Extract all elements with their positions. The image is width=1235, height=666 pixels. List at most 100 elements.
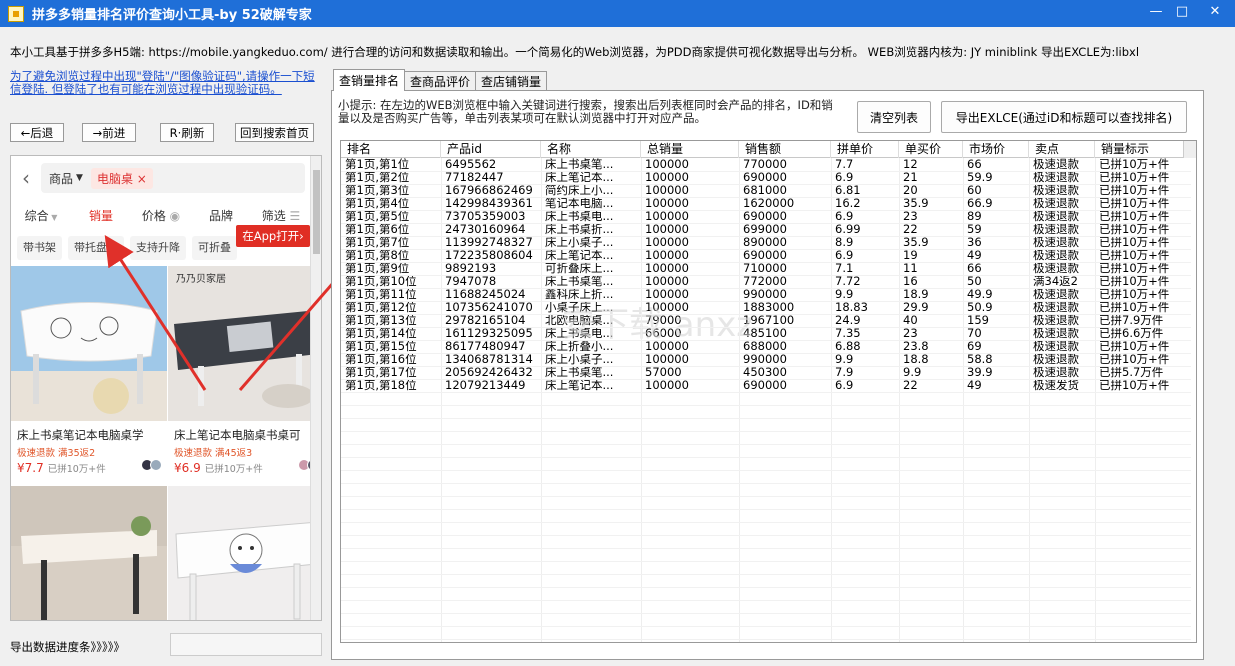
export-excel-button[interactable]: 导出EXLCE(通过iD和标题可以查找排名) [941,101,1187,133]
chevron-left-icon[interactable]: ‹ [11,166,41,190]
table-cell: 床上书桌笔... [545,158,614,171]
open-in-app-button[interactable]: 在App打开 › [236,225,310,247]
table-cell: 24.9 [835,314,861,327]
column-header[interactable]: 拼单价 [831,141,899,158]
product-card[interactable] [168,486,321,620]
table-cell: 已拼10万+件 [1099,197,1170,210]
home-button[interactable]: 回到搜索首页 [235,123,314,142]
filter-comprehensive[interactable]: 综合 ▼ [11,207,71,224]
table-cell: 已拼10万+件 [1099,236,1170,249]
search-box[interactable]: 商品 ▼ 电脑桌 × [41,163,305,193]
table-row[interactable]: 第1页,第18位 12079213449 床上笔记本... 100000 690000 6… [341,379,1196,392]
table-cell: 已拼10万+件 [1099,249,1170,262]
table-cell: 第1页,第11位 [345,288,417,301]
table-cell: 70 [967,327,982,340]
close-button[interactable]: ✕ [1195,0,1235,22]
table-cell: 极速退款 [1033,158,1079,171]
table-cell: 已拼10万+件 [1099,353,1170,366]
table-cell: 极速发货 [1033,379,1079,392]
back-button[interactable]: ←后退 [10,123,64,142]
filter-sales[interactable]: 销量 [71,207,131,224]
table-cell: 18.83 [835,301,868,314]
column-header[interactable]: 卖点 [1029,141,1095,158]
results-table[interactable]: 排名 产品id 名称 总销量 销售额 拼单价 单买价 市场价 卖点 销量标示 第1页,第1位 649… [340,140,1197,643]
product-card[interactable]: 乃乃贝家居 床上笔记本电脑桌书桌可 极速退款 满45返3 ¥6.9 已拼10万+件 [168,266,321,475]
table-cell: 29782165104 [445,314,526,327]
column-header[interactable]: 排名 [341,141,441,158]
table-cell: 77182447 [445,171,504,184]
column-header[interactable]: 单买价 [899,141,963,158]
keyword-chip[interactable]: 电脑桌 × [90,167,153,189]
scroll-thumb[interactable] [313,170,320,254]
table-row[interactable]: 第1页,第2位 77182447 床上笔记本... 100000 690000 6.9 21… [341,171,1196,184]
category-select[interactable]: 商品 [49,170,73,187]
grid-line [341,197,1191,198]
column-header[interactable]: 总销量 [641,141,739,158]
table-row[interactable]: 第1页,第5位 73705359003 床上书桌电... 100000 690000 6.… [341,210,1196,223]
table-row[interactable]: 第1页,第1位 6495562 床上书桌笔... 100000 770000 7.7 12 6… [341,158,1196,171]
table-cell: 极速退款 [1033,366,1079,379]
table-row[interactable]: 第1页,第16位 134068781314 床上小桌子... 100000 990000… [341,353,1196,366]
table-cell: 159 [967,314,989,327]
table-cell: 49 [967,249,982,262]
table-cell: 已拼6.6万件 [1099,327,1164,340]
tag-item[interactable]: 可折叠 [192,236,237,260]
table-cell: 已拼10万+件 [1099,275,1170,288]
product-title: 床上书桌笔记本电脑桌学 [17,428,144,442]
table-row[interactable]: 第1页,第14位 161129325095 床上书桌电... 66000 485100 7… [341,327,1196,340]
tab-shop-sales[interactable]: 查店铺销量 [475,71,548,91]
minimize-button[interactable]: — [1143,0,1169,22]
table-cell: 100000 [645,171,689,184]
table-row[interactable]: 第1页,第13位 29782165104 北欧电脑桌... 79000 1967100 2… [341,314,1196,327]
tag-item[interactable]: 支持升降 [130,236,186,260]
product-card[interactable]: 床上书桌笔记本电脑桌学 极速退款 满35返2 ¥7.7 已拼10万+件 [11,266,167,475]
tab-sales-rank[interactable]: 查销量排名 [333,69,406,91]
column-header[interactable]: 销量标示 [1095,141,1185,158]
table-cell: 113992748327 [445,236,533,249]
grid-line [739,158,740,642]
grid-line [341,548,1191,549]
table-row[interactable]: 第1页,第4位 142998439361 笔记本电脑... 100000 1620000… [341,197,1196,210]
table-row[interactable]: 第1页,第3位 167966862469 简约床上小... 100000 681000 6… [341,184,1196,197]
embedded-browser[interactable]: ‹ 商品 ▼ 电脑桌 × 综合 ▼ 销量 价格 ◉ 品牌 筛选 ☰ 带书架 带托… [10,155,322,621]
filter-more[interactable]: 筛选 ☰ [251,207,311,224]
filter-price[interactable]: 价格 ◉ [131,207,191,224]
table-cell: 第1页,第14位 [345,327,417,340]
column-header[interactable]: 名称 [541,141,641,158]
table-row[interactable]: 第1页,第15位 86177480947 床上折叠小... 100000 688000 6… [341,340,1196,353]
table-row[interactable]: 第1页,第17位 205692426432 床上书桌笔... 57000 450300 7… [341,366,1196,379]
window-title: 拼多多销量排名评价查询小工具-by 52破解专家 [32,8,312,23]
forward-button[interactable]: →前进 [82,123,136,142]
table-cell: 极速退款 [1033,327,1079,340]
grid-line [341,171,1191,172]
filter-brand[interactable]: 品牌 [191,207,251,224]
table-row[interactable]: 第1页,第12位 107356241070 小桌子床上... 100000 188300… [341,301,1196,314]
table-row[interactable]: 第1页,第8位 172235808604 床上笔记本... 100000 690000 6… [341,249,1196,262]
table-cell: 22 [903,223,918,236]
maximize-button[interactable]: □ [1169,0,1195,22]
watermark-text: 安下载 anxz.com [561,305,751,345]
clear-list-button[interactable]: 清空列表 [857,101,931,133]
browser-scrollbar[interactable] [310,156,321,620]
tag-item[interactable]: 带书架 [17,236,62,260]
tag-item[interactable]: 带托盘架 [68,236,124,260]
column-header[interactable]: 销售额 [739,141,831,158]
table-row[interactable]: 第1页,第6位 24730160964 床上书桌折... 100000 699000 6.… [341,223,1196,236]
product-image: 乃乃贝家居 [168,266,321,421]
product-card[interactable] [11,486,167,620]
table-row[interactable]: 第1页,第7位 113992748327 床上小桌子... 100000 890000 8… [341,236,1196,249]
product-sold: 已拼10万+件 [204,464,263,475]
login-warning-link[interactable]: 为了避免浏览过程中出现"登陆"/"图像验证码",请操作一下短信登陆. 但登陆了也… [10,70,315,96]
tab-product-reviews[interactable]: 查商品评价 [404,71,477,91]
refresh-button[interactable]: R·刷新 [160,123,214,142]
table-cell: 床上书桌笔... [545,275,614,288]
table-cell: 极速退款 [1033,184,1079,197]
buyer-avatars [141,459,163,473]
table-row[interactable]: 第1页,第11位 11688245024 鑫科床上折... 100000 990000 9… [341,288,1196,301]
table-row[interactable]: 第1页,第9位 9892193 可折叠床上... 100000 710000 7.1 11 6… [341,262,1196,275]
column-header[interactable]: 市场价 [963,141,1029,158]
table-cell: 6495562 [445,158,497,171]
table-cell: 第1页,第6位 [345,223,410,236]
column-header[interactable]: 产品id [441,141,541,158]
table-row[interactable]: 第1页,第10位 7947078 床上书桌笔... 100000 772000 7.72 1… [341,275,1196,288]
